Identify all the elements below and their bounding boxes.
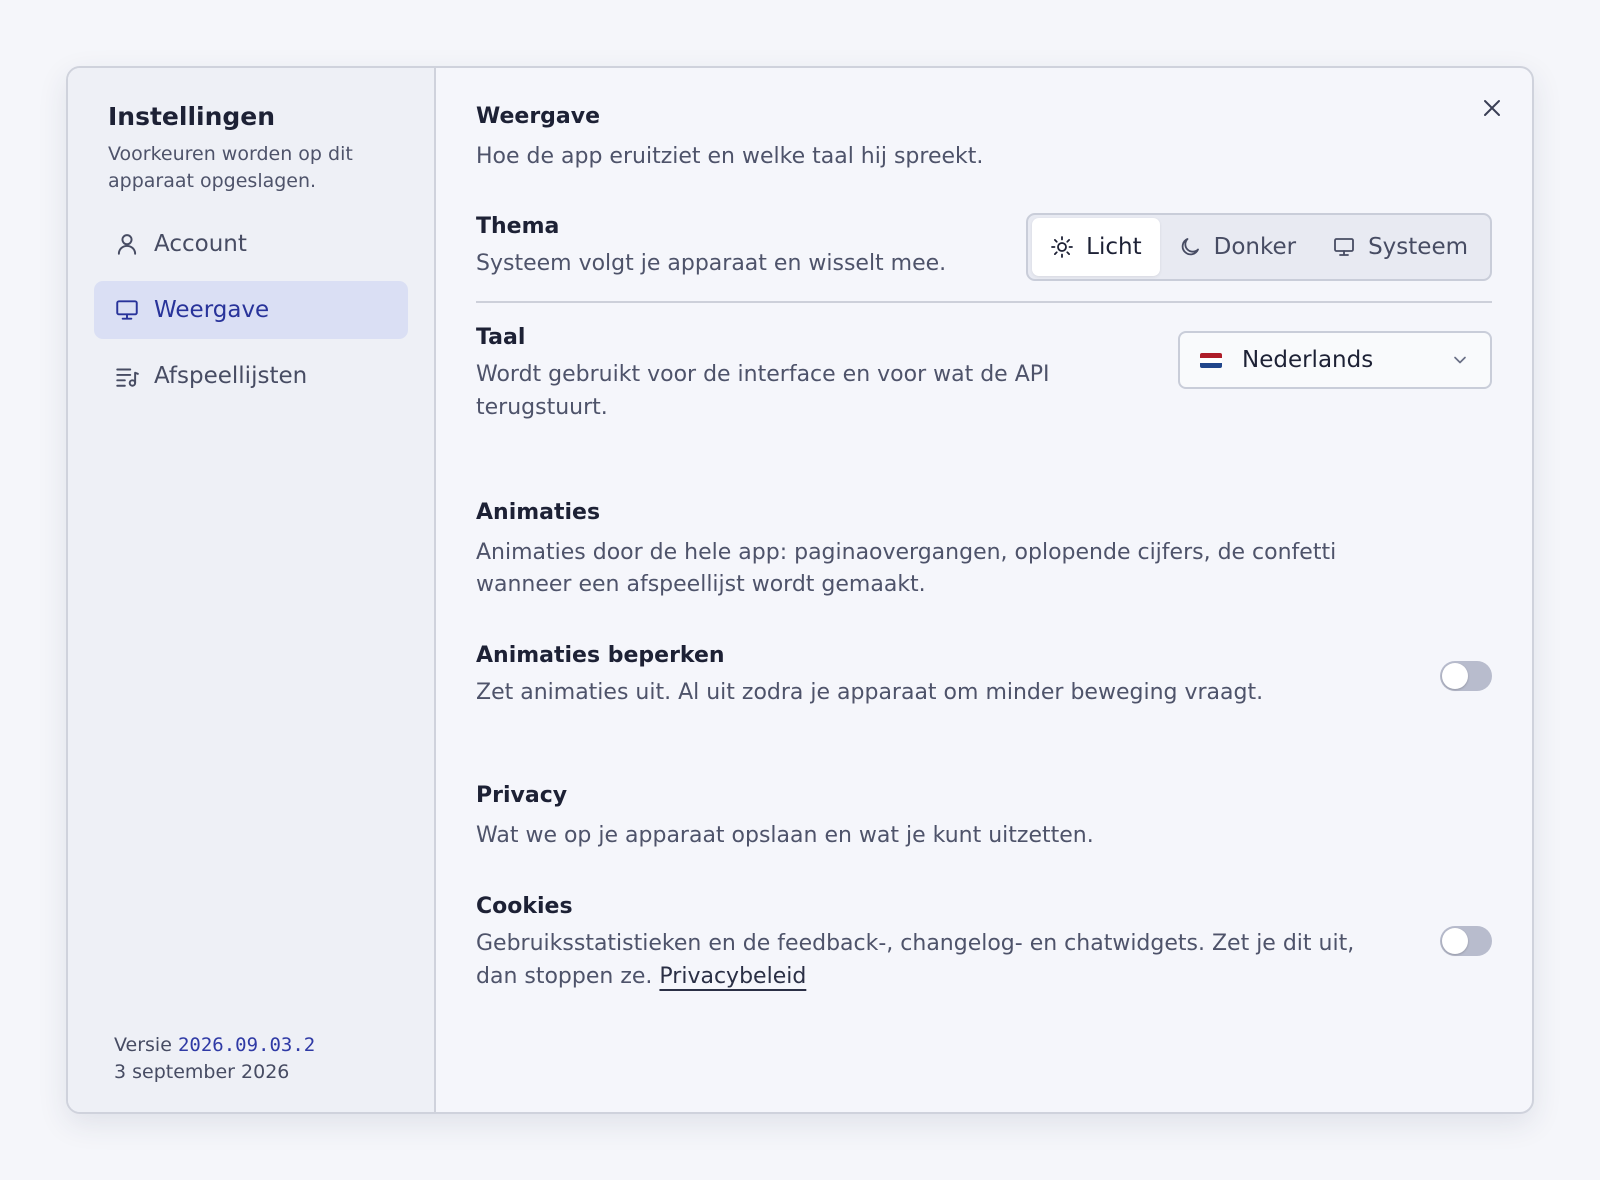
version-number: 2026.09.03.2 bbox=[177, 1034, 316, 1056]
cookies-label: Cookies bbox=[476, 894, 573, 919]
language-select[interactable]: Nederlands bbox=[1178, 331, 1492, 389]
sidebar-nav: Account Weergave Afspeellijsten bbox=[94, 215, 408, 405]
sidebar-item-afspeellijsten[interactable]: Afspeellijsten bbox=[94, 347, 408, 405]
sidebar-item-label: Afspeellijsten bbox=[154, 363, 308, 389]
sidebar-item-label: Account bbox=[154, 231, 247, 257]
divider bbox=[476, 301, 1492, 303]
theme-description: Systeem volgt je apparaat en wisselt mee… bbox=[476, 251, 947, 276]
privacy-policy-link[interactable]: Privacybeleid bbox=[659, 964, 806, 989]
playlist-icon bbox=[114, 363, 140, 389]
theme-label: Thema bbox=[476, 214, 560, 239]
language-label: Taal bbox=[476, 325, 526, 350]
netherlands-flag-icon bbox=[1200, 352, 1222, 368]
section-title-animations: Animaties bbox=[476, 500, 601, 525]
user-icon bbox=[114, 231, 140, 257]
theme-option-donker[interactable]: Donker bbox=[1160, 218, 1314, 276]
language-row: Taal Wordt gebruikt voor de interface en… bbox=[476, 325, 1492, 424]
section-title-display: Weergave bbox=[476, 104, 601, 129]
reduce-animations-label: Animaties beperken bbox=[476, 643, 725, 668]
sidebar-subtitle: Voorkeuren worden op dit apparaat opgesl… bbox=[108, 143, 353, 192]
moon-icon bbox=[1181, 238, 1199, 256]
cookies-row: Cookies Gebruiksstatistieken en de feedb… bbox=[476, 894, 1492, 993]
sun-icon bbox=[1051, 236, 1074, 258]
sidebar-title: Instellingen bbox=[108, 102, 276, 131]
version-label: Versie bbox=[114, 1034, 172, 1056]
reduce-animations-row: Animaties beperken Zet animaties uit. Al… bbox=[476, 643, 1492, 709]
section-desc-animations: Animaties door de hele app: paginaoverga… bbox=[476, 540, 1337, 597]
theme-segmented-control: Licht Donker Systeem bbox=[1026, 213, 1492, 281]
cookies-description: Gebruiksstatistieken en de feedback-, ch… bbox=[476, 931, 1355, 989]
language-selected-value: Nederlands bbox=[1242, 347, 1374, 373]
close-icon bbox=[1484, 100, 1500, 116]
section-desc-display: Hoe de app eruitziet en welke taal hij s… bbox=[476, 144, 984, 169]
sidebar-item-label: Weergave bbox=[154, 297, 270, 323]
cookies-description-wrap: Gebruiksstatistieken en de feedback-, ch… bbox=[476, 927, 1356, 993]
close-button[interactable] bbox=[1480, 96, 1504, 120]
sidebar-item-account[interactable]: Account bbox=[94, 215, 408, 273]
reduce-animations-toggle[interactable] bbox=[1440, 661, 1492, 691]
theme-option-licht[interactable]: Licht bbox=[1032, 218, 1160, 276]
monitor-icon bbox=[114, 297, 140, 323]
version-info: Versie 2026.09.03.2 3 september 2026 bbox=[114, 1032, 315, 1086]
settings-dialog: Instellingen Voorkeuren worden op dit ap… bbox=[66, 66, 1534, 1114]
section-title-privacy: Privacy bbox=[476, 783, 568, 808]
theme-option-systeem[interactable]: Systeem bbox=[1314, 218, 1486, 276]
sidebar: Instellingen Voorkeuren worden op dit ap… bbox=[68, 68, 436, 1112]
theme-row: Thema Systeem volgt je apparaat en wisse… bbox=[476, 213, 1492, 281]
settings-content: Weergave Hoe de app eruitziet en welke t… bbox=[436, 68, 1532, 1112]
sidebar-item-weergave[interactable]: Weergave bbox=[94, 281, 408, 339]
theme-option-label: Systeem bbox=[1368, 234, 1468, 260]
chevron-down-icon bbox=[1454, 356, 1466, 364]
monitor-icon bbox=[1334, 238, 1354, 256]
section-desc-privacy: Wat we op je apparaat opslaan en wat je … bbox=[476, 823, 1094, 848]
cookies-toggle[interactable] bbox=[1440, 925, 1492, 956]
theme-option-label: Donker bbox=[1213, 234, 1297, 260]
reduce-animations-description: Zet animaties uit. Al uit zodra je appar… bbox=[476, 680, 1264, 705]
version-date: 3 september 2026 bbox=[114, 1061, 290, 1083]
theme-option-label: Licht bbox=[1086, 234, 1142, 260]
language-description: Wordt gebruikt voor de interface en voor… bbox=[476, 362, 1050, 420]
